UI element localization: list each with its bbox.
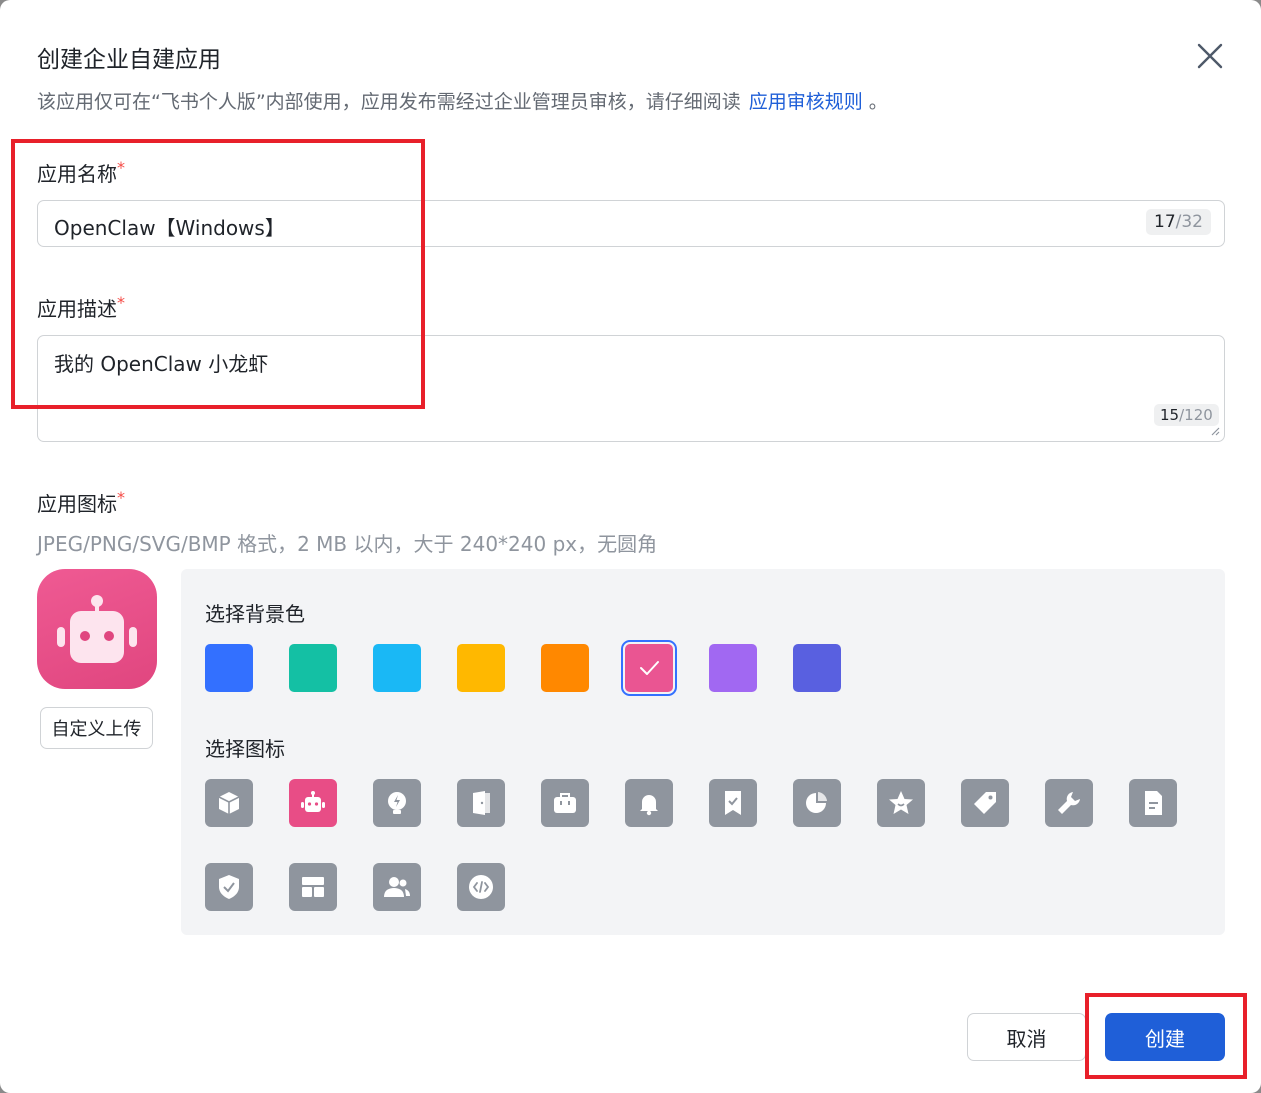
- robot-icon: [57, 595, 137, 663]
- bell-icon[interactable]: [625, 779, 673, 827]
- dialog-title: 创建企业自建应用: [37, 47, 221, 73]
- checkmark-icon: [640, 661, 659, 675]
- star-icon[interactable]: [877, 779, 925, 827]
- subtitle-text: 该应用仅可在“飞书个人版”内部使用，应用发布需经过企业管理员审核，请仔细阅读: [37, 91, 741, 113]
- app-desc-count: 15: [1160, 406, 1180, 424]
- users-icon[interactable]: [373, 863, 421, 911]
- app-desc-label: 应用描述*: [37, 293, 125, 322]
- create-button[interactable]: 创建: [1105, 1013, 1225, 1061]
- color-swatch-sky[interactable]: [373, 644, 421, 692]
- cancel-button[interactable]: 取消: [967, 1013, 1086, 1061]
- document-icon[interactable]: [1129, 779, 1177, 827]
- create-app-dialog: 创建企业自建应用 该应用仅可在“飞书个人版”内部使用，应用发布需经过企业管理员审…: [0, 0, 1261, 1093]
- pie-chart-icon[interactable]: [793, 779, 841, 827]
- color-swatch-blue[interactable]: [205, 644, 253, 692]
- robot-icon[interactable]: [289, 779, 337, 827]
- tag-icon[interactable]: [961, 779, 1009, 827]
- required-mark: *: [117, 488, 125, 507]
- app-name-label-text: 应用名称: [37, 162, 117, 186]
- layout-icon[interactable]: [289, 863, 337, 911]
- app-name-counter: 17/32: [1146, 209, 1211, 235]
- box-icon[interactable]: [205, 779, 253, 827]
- color-swatch-yellow[interactable]: [457, 644, 505, 692]
- icon-select-title: 选择图标: [205, 737, 285, 761]
- required-mark: *: [117, 158, 125, 177]
- lightbulb-icon[interactable]: [373, 779, 421, 827]
- app-name-count: 17: [1154, 212, 1176, 232]
- bookmark-check-icon[interactable]: [709, 779, 757, 827]
- color-swatch-purple[interactable]: [709, 644, 757, 692]
- bg-color-title: 选择背景色: [205, 602, 305, 626]
- app-name-input[interactable]: OpenClaw【Windows】 17/32: [37, 200, 1225, 247]
- app-desc-max: /120: [1179, 406, 1213, 424]
- dialog-subtitle: 该应用仅可在“飞书个人版”内部使用，应用发布需经过企业管理员审核，请仔细阅读 应用…: [37, 87, 888, 114]
- wrench-icon[interactable]: [1045, 779, 1093, 827]
- shield-check-icon[interactable]: [205, 863, 253, 911]
- color-swatch-pink[interactable]: [621, 640, 677, 696]
- app-desc-counter: 15/120: [1154, 404, 1219, 426]
- review-rules-link[interactable]: 应用审核规则: [749, 91, 863, 113]
- icon-picker-panel: 选择背景色 选择图标: [181, 569, 1225, 935]
- app-name-label: 应用名称*: [37, 158, 125, 187]
- close-icon[interactable]: [1194, 40, 1226, 72]
- app-desc-label-text: 应用描述: [37, 297, 117, 321]
- color-swatch-indigo[interactable]: [793, 644, 841, 692]
- required-mark: *: [117, 293, 125, 312]
- app-icon-hint: JPEG/PNG/SVG/BMP 格式，2 MB 以内，大于 240*240 p…: [37, 532, 658, 556]
- app-desc-textarea[interactable]: 我的 OpenClaw 小龙虾 15/120: [37, 335, 1225, 442]
- color-swatch-teal[interactable]: [289, 644, 337, 692]
- subtitle-end: 。: [868, 91, 888, 113]
- app-name-max: /32: [1175, 212, 1203, 232]
- app-name-value: OpenClaw【Windows】: [54, 216, 285, 240]
- app-desc-value: 我的 OpenClaw 小龙虾: [54, 352, 269, 376]
- briefcase-icon[interactable]: [541, 779, 589, 827]
- app-icon-preview: [37, 569, 157, 689]
- code-icon[interactable]: [457, 863, 505, 911]
- app-icon-label: 应用图标*: [37, 488, 125, 517]
- app-icon-label-text: 应用图标: [37, 492, 117, 516]
- resize-handle-icon[interactable]: [1210, 426, 1220, 436]
- door-icon[interactable]: [457, 779, 505, 827]
- color-swatch-orange[interactable]: [541, 644, 589, 692]
- custom-upload-button[interactable]: 自定义上传: [40, 707, 153, 749]
